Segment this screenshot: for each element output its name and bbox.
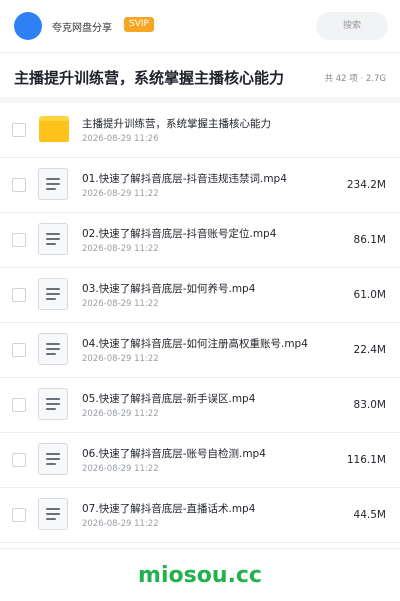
svip-badge: SVIP: [124, 17, 154, 32]
select-checkbox[interactable]: [12, 233, 26, 247]
list-item[interactable]: 04.快速了解抖音底层-如何注册高权重账号.mp4 2026-08-29 11:…: [0, 323, 400, 378]
file-list: 主播提升训练营，系统掌握主播核心能力 2026-08-29 11:26 01.快…: [0, 103, 400, 543]
folder-header: 主播提升训练营，系统掌握主播核心能力 共 42 项 · 2.7G: [0, 53, 400, 103]
document-icon: [38, 223, 70, 255]
top-bar: 夸克网盘分享 SVIP 搜索: [0, 0, 400, 53]
item-date: 2026-08-29 11:22: [82, 464, 159, 474]
folder-icon: [38, 113, 70, 145]
item-name: 02.快速了解抖音底层-抖音账号定位.mp4: [82, 228, 277, 240]
list-item[interactable]: 主播提升训练营，系统掌握主播核心能力 2026-08-29 11:26: [0, 103, 400, 158]
item-name: 06.快速了解抖音底层-账号自检测.mp4: [82, 448, 266, 460]
item-name: 03.快速了解抖音底层-如何养号.mp4: [82, 283, 256, 295]
item-size: 44.5M: [353, 509, 386, 521]
item-name: 07.快速了解抖音底层-直播话术.mp4: [82, 503, 256, 515]
item-size: 116.1M: [346, 454, 386, 466]
item-date: 2026-08-29 11:26: [82, 134, 159, 144]
item-date: 2026-08-29 11:22: [82, 244, 159, 254]
search-button[interactable]: 搜索: [316, 12, 388, 40]
item-name: 05.快速了解抖音底层-新手误区.mp4: [82, 393, 256, 405]
item-size: 22.4M: [353, 344, 386, 356]
document-icon: [38, 388, 70, 420]
avatar[interactable]: [14, 12, 42, 40]
item-name: 主播提升训练营，系统掌握主播核心能力: [82, 118, 271, 130]
item-size: 61.0M: [353, 289, 386, 301]
app-name: 夸克网盘分享: [52, 23, 112, 34]
item-size: 86.1M: [353, 234, 386, 246]
list-item[interactable]: 07.快速了解抖音底层-直播话术.mp4 2026-08-29 11:22 44…: [0, 488, 400, 543]
list-item[interactable]: 03.快速了解抖音底层-如何养号.mp4 2026-08-29 11:22 61…: [0, 268, 400, 323]
item-size: 83.0M: [353, 399, 386, 411]
document-icon: [38, 498, 70, 530]
document-icon: [38, 278, 70, 310]
item-date: 2026-08-29 11:22: [82, 189, 159, 199]
item-date: 2026-08-29 11:22: [82, 354, 159, 364]
list-item[interactable]: 02.快速了解抖音底层-抖音账号定位.mp4 2026-08-29 11:22 …: [0, 213, 400, 268]
item-date: 2026-08-29 11:22: [82, 519, 159, 529]
item-date: 2026-08-29 11:22: [82, 299, 159, 309]
select-checkbox[interactable]: [12, 508, 26, 522]
item-size: 234.2M: [346, 179, 386, 191]
page-title: 主播提升训练营，系统掌握主播核心能力: [14, 69, 285, 87]
list-item[interactable]: 05.快速了解抖音底层-新手误区.mp4 2026-08-29 11:22 83…: [0, 378, 400, 433]
select-checkbox[interactable]: [12, 123, 26, 137]
item-name: 04.快速了解抖音底层-如何注册高权重账号.mp4: [82, 338, 308, 350]
select-checkbox[interactable]: [12, 288, 26, 302]
list-item[interactable]: 06.快速了解抖音底层-账号自检测.mp4 2026-08-29 11:22 1…: [0, 433, 400, 488]
item-summary: 共 42 项 · 2.7G: [324, 74, 386, 84]
select-checkbox[interactable]: [12, 453, 26, 467]
select-checkbox[interactable]: [12, 178, 26, 192]
footer: miosou.cc: [0, 548, 400, 601]
document-icon: [38, 443, 70, 475]
document-icon: [38, 333, 70, 365]
select-checkbox[interactable]: [12, 343, 26, 357]
item-name: 01.快速了解抖音底层-抖音违规违禁词.mp4: [82, 173, 287, 185]
select-checkbox[interactable]: [12, 398, 26, 412]
item-date: 2026-08-29 11:22: [82, 409, 159, 419]
document-icon: [38, 168, 70, 200]
watermark: miosou.cc: [138, 563, 262, 588]
list-item[interactable]: 01.快速了解抖音底层-抖音违规违禁词.mp4 2026-08-29 11:22…: [0, 158, 400, 213]
